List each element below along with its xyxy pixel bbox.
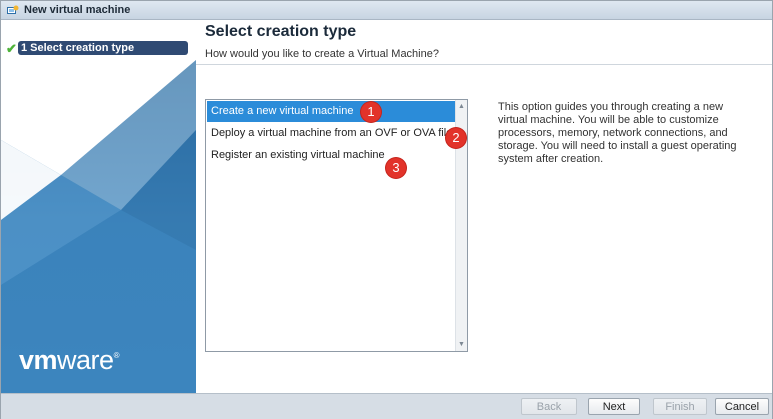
page-subtitle: How would you like to create a Virtual M…: [205, 48, 439, 60]
step-ready-to-complete[interactable]: 5 Ready to complete: [1, 101, 196, 115]
step-select-storage[interactable]: 3 Select storage: [1, 71, 196, 85]
scroll-down-icon[interactable]: ▼: [457, 340, 466, 349]
content-header: Select creation type How would you like …: [196, 20, 772, 65]
option-register-existing-vm[interactable]: Register an existing virtual machine: [207, 145, 457, 166]
back-button[interactable]: Back: [521, 398, 577, 415]
new-vm-icon: [7, 5, 19, 16]
step-select-creation-type[interactable]: 1 Select creation type: [18, 41, 188, 55]
step-1-row[interactable]: ✔ 1 Select creation type: [1, 41, 196, 56]
next-button[interactable]: Next: [588, 398, 640, 415]
cancel-button[interactable]: Cancel: [715, 398, 769, 415]
wizard-steps: ✔ 1 Select creation type 2 Select a name…: [1, 41, 196, 116]
option-description: This option guides you through creating …: [498, 101, 737, 165]
annotation-badge-3: 3: [386, 158, 406, 178]
annotation-badge-2: 2: [446, 128, 466, 148]
vmware-logo: vmware®: [19, 345, 120, 375]
option-create-new-vm[interactable]: Create a new virtual machine: [207, 101, 457, 122]
step-select-name-guest-os[interactable]: 2 Select a name and guest OS: [1, 56, 196, 70]
scroll-up-icon[interactable]: ▲: [457, 102, 466, 111]
annotation-badge-1: 1: [361, 102, 381, 122]
wizard-content: Select creation type How would you like …: [196, 20, 772, 393]
window-title: New virtual machine: [24, 4, 131, 16]
step-customize-settings[interactable]: 4 Customize settings: [1, 86, 196, 100]
creation-type-list[interactable]: Create a new virtual machine Deploy a vi…: [205, 99, 468, 352]
checkmark-icon: ✔: [6, 41, 17, 56]
title-bar: New virtual machine: [1, 1, 772, 20]
page-title: Select creation type: [205, 23, 357, 40]
option-deploy-ovf-ova[interactable]: Deploy a virtual machine from an OVF or …: [207, 123, 457, 144]
wizard-footer: Back Next Finish Cancel: [1, 393, 772, 419]
finish-button[interactable]: Finish: [653, 398, 707, 415]
wizard-window: New virtual machine ✔ 1 Select creation …: [0, 0, 773, 419]
wizard-sidebar: ✔ 1 Select creation type 2 Select a name…: [1, 20, 196, 393]
